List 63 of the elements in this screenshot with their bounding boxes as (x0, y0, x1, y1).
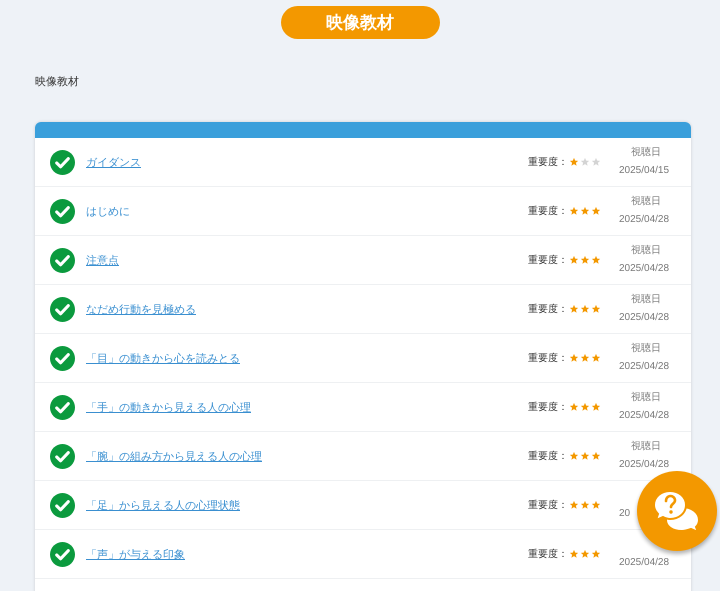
star-icon (580, 353, 590, 363)
importance-label: 重要度： (528, 548, 568, 562)
date-label: 視聴日 (631, 146, 661, 160)
star-icon (569, 500, 579, 510)
star-icon (580, 206, 590, 216)
date-label: 視聴日 (631, 440, 661, 454)
star-icon (569, 451, 579, 461)
date-label: 視聴日 (631, 244, 661, 258)
page-title: 映像教材 (280, 6, 440, 39)
watch-date: 2025/04/15 (619, 164, 670, 178)
star-icon (591, 451, 601, 461)
star-icon (569, 206, 579, 216)
star-icon (580, 157, 590, 167)
star-icon (591, 157, 601, 167)
importance-label: 重要度： (528, 254, 568, 268)
star-icon (591, 255, 601, 265)
star-icon (580, 255, 590, 265)
date-label: 視聴日 (631, 194, 661, 209)
importance-label: 重要度： (528, 352, 568, 366)
date-label: 視聴日 (631, 390, 661, 405)
star-icon (569, 157, 579, 167)
importance-label: 重要度： (528, 400, 568, 414)
watch-date: 2025/04/28 (619, 556, 670, 570)
watch-date: 2025/04/28 (619, 213, 670, 227)
lesson-link[interactable]: 「足」から見える人の心理状態 (86, 500, 240, 512)
star-icon (569, 549, 579, 559)
lesson-title: はじめに (86, 206, 130, 218)
watch-date: 2025/04/28 (619, 262, 670, 276)
lesson-link[interactable]: 「手」の動きから見える人の心理 (86, 402, 251, 414)
watch-date: 2025/04/28 (619, 458, 670, 472)
date-label: 視聴日 (631, 292, 661, 307)
importance-label: 重要度： (528, 498, 568, 512)
star-icon (569, 353, 579, 363)
breadcrumb: 映像教材 (35, 76, 79, 88)
lesson-link[interactable]: 注意点 (86, 255, 119, 267)
star-icon (569, 255, 579, 265)
star-icon (591, 402, 601, 412)
star-icon (580, 304, 590, 314)
star-icon (580, 500, 590, 510)
date-label: 視聴日 (631, 342, 661, 356)
watch-date: 2025/04/28 (619, 360, 670, 374)
importance-label: 重要度： (528, 156, 568, 170)
lesson-link[interactable]: 「腕」の組み方から見える人の心理 (86, 451, 262, 463)
importance-label: 重要度： (528, 450, 568, 464)
watch-date: 20 (619, 507, 630, 521)
importance-label: 重要度： (528, 204, 568, 218)
star-icon (591, 304, 601, 314)
star-icon (591, 206, 601, 216)
star-icon (580, 402, 590, 412)
star-icon (591, 500, 601, 510)
star-icon (591, 549, 601, 559)
lesson-link[interactable]: ガイダンス (86, 157, 141, 169)
lesson-link[interactable]: なだめ行動を見極める (86, 304, 196, 316)
lesson-link[interactable]: 「目」の動きから心を読みとる (86, 353, 240, 365)
star-icon (569, 304, 579, 314)
watch-date: 2025/04/28 (619, 311, 670, 325)
star-icon (569, 402, 579, 412)
importance-label: 重要度： (528, 302, 568, 316)
star-icon (591, 353, 601, 363)
star-icon (580, 451, 590, 461)
star-icon (580, 549, 590, 559)
lesson-link[interactable]: 「声」が与える印象 (86, 549, 185, 561)
watch-date: 2025/04/28 (619, 409, 670, 423)
